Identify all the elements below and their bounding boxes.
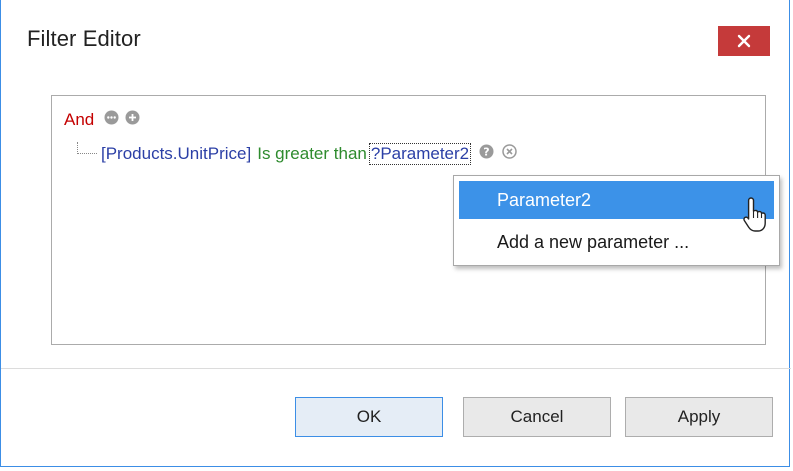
condition-value[interactable]: ?Parameter2 bbox=[368, 143, 472, 165]
condition-operator[interactable]: Is greater than bbox=[257, 144, 367, 164]
ok-button[interactable]: OK bbox=[295, 397, 443, 437]
parameter-dropdown: Parameter2 Add a new parameter ... bbox=[453, 175, 780, 266]
remove-icon[interactable] bbox=[502, 144, 517, 164]
dropdown-item-parameter2[interactable]: Parameter2 bbox=[459, 181, 774, 219]
dropdown-item-add-parameter[interactable]: Add a new parameter ... bbox=[459, 223, 774, 261]
close-button[interactable] bbox=[718, 26, 770, 56]
tree-connector bbox=[77, 142, 97, 154]
group-operator[interactable]: And bbox=[64, 110, 94, 130]
condition-row: [Products.UnitPrice] Is greater than ?Pa… bbox=[77, 142, 525, 165]
close-icon bbox=[737, 34, 751, 48]
condition-field[interactable]: [Products.UnitPrice] bbox=[101, 144, 251, 164]
dialog-title: Filter Editor bbox=[27, 26, 141, 51]
group-row: And bbox=[64, 110, 140, 130]
ellipsis-icon[interactable] bbox=[104, 110, 119, 130]
add-icon[interactable] bbox=[125, 110, 140, 130]
help-icon[interactable]: ? bbox=[479, 144, 494, 164]
apply-button[interactable]: Apply bbox=[625, 397, 773, 437]
condition-actions: ? bbox=[479, 144, 525, 164]
cancel-button[interactable]: Cancel bbox=[463, 397, 611, 437]
footer-separator bbox=[1, 368, 791, 369]
mouse-cursor-icon bbox=[743, 197, 766, 232]
svg-text:?: ? bbox=[483, 146, 489, 159]
